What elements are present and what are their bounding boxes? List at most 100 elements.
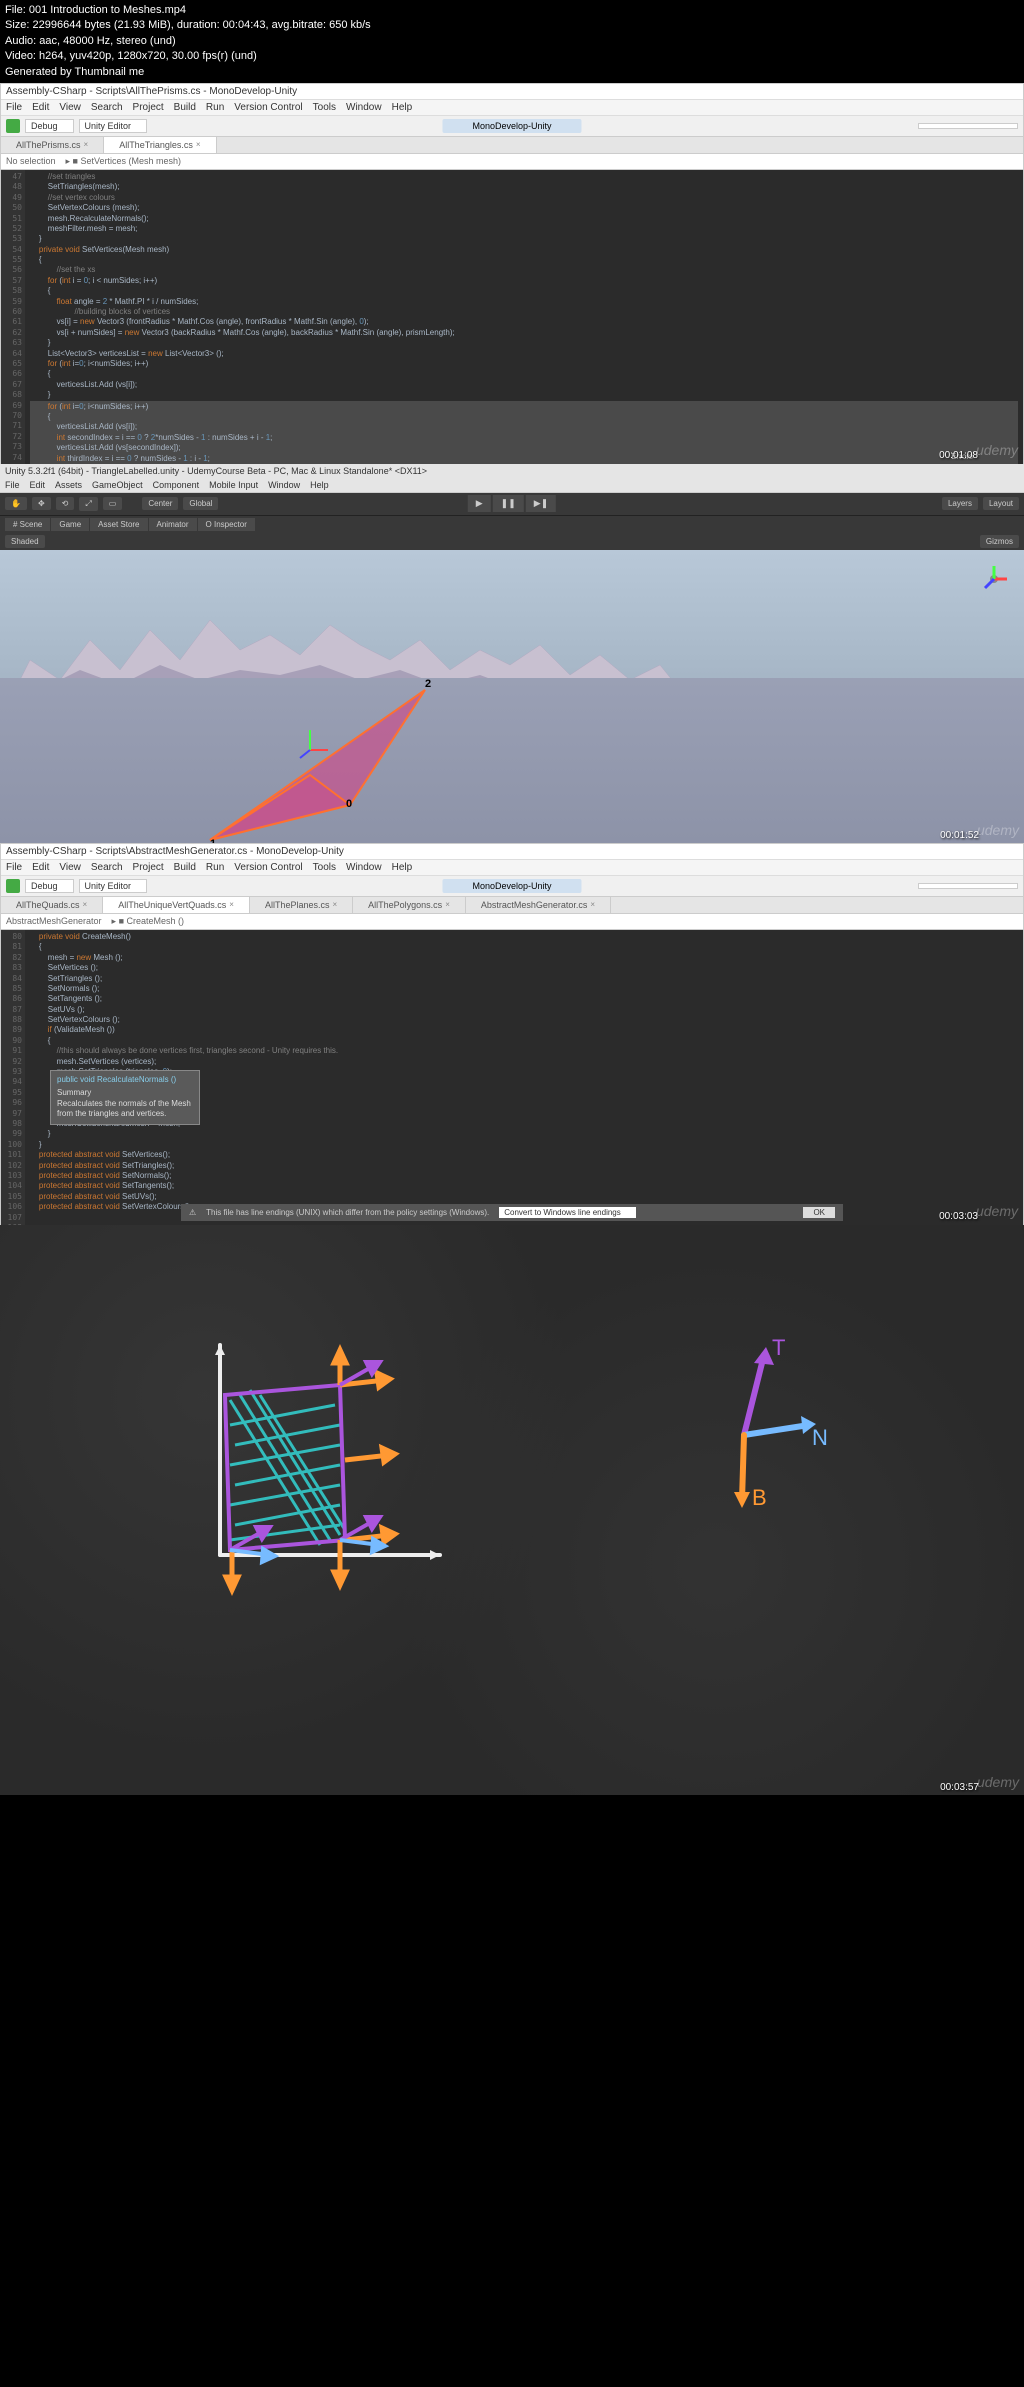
menu-build[interactable]: Build (174, 862, 196, 873)
menu-edit[interactable]: Edit (30, 480, 46, 490)
menu-mobile[interactable]: Mobile Input (209, 480, 258, 490)
line-gutter: 4748495051525354555657585960616263646566… (1, 170, 25, 490)
intellisense-tooltip: public void RecalculateNormals () Summar… (50, 1070, 200, 1125)
menu-edit[interactable]: Edit (32, 862, 49, 873)
breadcrumb[interactable]: AbstractMeshGenerator (1, 914, 107, 929)
tab-prisms[interactable]: AllThePrisms.cs× (1, 137, 104, 153)
platform-dropdown[interactable]: Unity Editor (79, 879, 148, 893)
layers-dropdown[interactable]: Layers (942, 497, 978, 510)
menu-view[interactable]: View (59, 862, 81, 873)
run-button[interactable] (6, 879, 20, 893)
timestamp: 00:01:08 (939, 450, 978, 461)
menu-window[interactable]: Window (268, 480, 300, 490)
tab-abstract[interactable]: AbstractMeshGenerator.cs× (466, 897, 611, 913)
editor-tabs: AllThePrisms.cs× AllTheTriangles.cs× (1, 137, 1023, 154)
watermark: udemy (977, 1774, 1019, 1790)
metadata-size: Size: 22996644 bytes (21.93 MiB), durati… (5, 18, 1019, 33)
line-ending-select[interactable]: Convert to Windows line endings (499, 1207, 636, 1218)
shaded-dropdown[interactable]: Shaded (5, 535, 45, 548)
step-button[interactable]: ▶❚ (526, 495, 556, 512)
app-name-indicator: MonoDevelop-Unity (442, 879, 581, 893)
tab-quads[interactable]: AllTheQuads.cs× (1, 897, 103, 913)
pivot-center[interactable]: Center (142, 497, 178, 510)
menu-help[interactable]: Help (392, 862, 413, 873)
menu-view[interactable]: View (59, 102, 81, 113)
timestamp: 00:01:52 (940, 830, 979, 841)
search-box[interactable] (918, 123, 1018, 129)
code-body[interactable]: //set triangles SetTriangles(mesh); //se… (25, 170, 1023, 490)
transform-gizmo[interactable] (290, 720, 330, 760)
close-icon[interactable]: × (196, 140, 201, 149)
run-button[interactable] (6, 119, 20, 133)
menu-project[interactable]: Project (133, 102, 164, 113)
config-dropdown[interactable]: Debug (25, 119, 74, 133)
menu-run[interactable]: Run (206, 862, 224, 873)
window-title: Assembly-CSharp - Scripts\AbstractMeshGe… (1, 844, 1023, 860)
menu-assets[interactable]: Assets (55, 480, 82, 490)
ide-panel-1: Assembly-CSharp - Scripts\AllThePrisms.c… (0, 83, 1024, 464)
tab-triangles[interactable]: AllTheTriangles.cs× (104, 137, 216, 153)
pivot-global[interactable]: Global (183, 497, 218, 510)
menu-window[interactable]: Window (346, 102, 382, 113)
timestamp: 00:03:57 (940, 1782, 979, 1793)
label-B: B (752, 1485, 767, 1510)
menu-gameobject[interactable]: GameObject (92, 480, 143, 490)
menu-file[interactable]: File (6, 862, 22, 873)
menu-vcs[interactable]: Version Control (234, 102, 302, 113)
menu-file[interactable]: File (5, 480, 20, 490)
rect-tool[interactable]: ▭ (103, 497, 123, 510)
code-body[interactable]: private void CreateMesh() { mesh = new M… (25, 930, 1023, 1225)
tooltip-summary-label: Summary (57, 1088, 193, 1098)
menu-edit[interactable]: Edit (32, 102, 49, 113)
line-gutter: 8081828384858687888990919293949596979899… (1, 930, 25, 1225)
layout-dropdown[interactable]: Layout (983, 497, 1019, 510)
tab-inspector[interactable]: O Inspector (198, 518, 255, 531)
menu-search[interactable]: Search (91, 102, 123, 113)
tab-game[interactable]: Game (51, 518, 89, 531)
move-tool[interactable]: ✥ (32, 497, 51, 510)
warning-icon: ⚠ (189, 1208, 196, 1217)
label-T: T (772, 1335, 785, 1360)
tooltip-signature: public void RecalculateNormals () (57, 1075, 193, 1085)
menu-tools[interactable]: Tools (313, 862, 336, 873)
window-title: Assembly-CSharp - Scripts\AllThePrisms.c… (1, 84, 1023, 100)
search-box[interactable] (918, 883, 1018, 889)
tab-planes[interactable]: AllThePlanes.cs× (250, 897, 353, 913)
menu-run[interactable]: Run (206, 102, 224, 113)
scene-viewport[interactable]: 0 1 2 (0, 550, 1024, 878)
tab-uniquequads[interactable]: AllTheUniqueVertQuads.cs× (103, 897, 250, 913)
menu-build[interactable]: Build (174, 102, 196, 113)
chalk-diagram-right: T N B (694, 1325, 844, 1525)
scale-tool[interactable]: ⤢ (79, 497, 97, 511)
menu-file[interactable]: File (6, 102, 22, 113)
menu-help[interactable]: Help (392, 102, 413, 113)
gizmos-toggle[interactable]: Gizmos (980, 535, 1019, 548)
metadata-generated: Generated by Thumbnail me (5, 65, 1019, 80)
triangle-mesh[interactable] (190, 670, 450, 850)
code-editor[interactable]: 4748495051525354555657585960616263646566… (1, 170, 1023, 490)
menu-window[interactable]: Window (346, 862, 382, 873)
platform-dropdown[interactable]: Unity Editor (79, 119, 148, 133)
tab-asset-store[interactable]: Asset Store (90, 518, 147, 531)
tab-animator[interactable]: Animator (149, 518, 197, 531)
code-editor[interactable]: 8081828384858687888990919293949596979899… (1, 930, 1023, 1225)
hand-tool[interactable]: ✋ (5, 497, 27, 510)
tab-polygons[interactable]: AllThePolygons.cs× (353, 897, 466, 913)
ok-button[interactable]: OK (803, 1207, 835, 1218)
config-dropdown[interactable]: Debug (25, 879, 74, 893)
timestamp: 00:03:03 (939, 1211, 978, 1222)
close-icon[interactable]: × (84, 140, 89, 149)
pause-button[interactable]: ❚❚ (493, 495, 524, 512)
menu-tools[interactable]: Tools (313, 102, 336, 113)
tab-scene[interactable]: # Scene (5, 518, 50, 531)
menu-search[interactable]: Search (91, 862, 123, 873)
play-controls: ▶ ❚❚ ▶❚ (468, 495, 556, 512)
menu-component[interactable]: Component (153, 480, 200, 490)
menu-help[interactable]: Help (310, 480, 329, 490)
breadcrumb[interactable]: No selection (1, 154, 61, 169)
play-button[interactable]: ▶ (468, 495, 491, 512)
axis-widget[interactable] (977, 562, 1012, 597)
menu-vcs[interactable]: Version Control (234, 862, 302, 873)
rotate-tool[interactable]: ⟲ (56, 497, 75, 510)
menu-project[interactable]: Project (133, 862, 164, 873)
